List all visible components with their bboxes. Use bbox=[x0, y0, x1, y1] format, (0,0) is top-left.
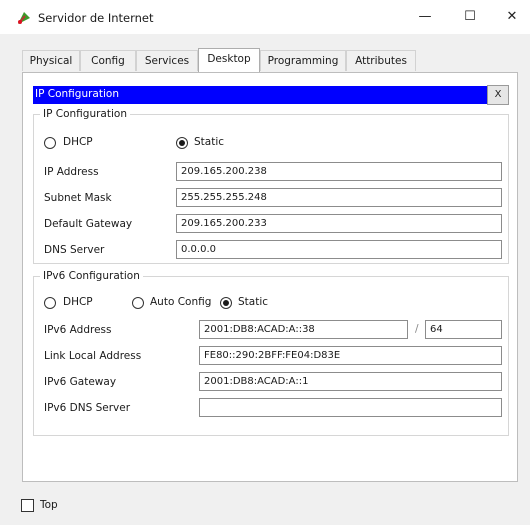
default-gateway-input[interactable] bbox=[176, 214, 502, 233]
ipv6-static-radio[interactable] bbox=[220, 297, 232, 309]
ipv6-group-legend: IPv6 Configuration bbox=[40, 270, 143, 282]
ip-address-label: IP Address bbox=[44, 166, 99, 178]
tab-services[interactable]: Services bbox=[136, 50, 198, 71]
minimize-button[interactable]: — bbox=[410, 6, 440, 28]
ipv6-static-label: Static bbox=[238, 296, 269, 308]
ipv6-dns-server-label: IPv6 DNS Server bbox=[44, 402, 131, 414]
subnet-mask-input[interactable] bbox=[176, 188, 502, 207]
ipv4-config-group: IP Configuration DHCP Static IP Address … bbox=[33, 108, 509, 264]
prefix-separator: / bbox=[415, 323, 419, 335]
tab-desktop[interactable]: Desktop bbox=[198, 48, 260, 72]
window-title: Servidor de Internet bbox=[38, 11, 154, 25]
ipv6-auto-config-label: Auto Config bbox=[150, 296, 212, 308]
ipv4-dhcp-label: DHCP bbox=[63, 136, 93, 148]
link-local-address-input[interactable] bbox=[199, 346, 502, 365]
ipv6-dhcp-label: DHCP bbox=[63, 296, 93, 308]
desktop-panel: IP Configuration X IP Configuration DHCP… bbox=[22, 72, 518, 482]
top-checkbox-label: Top bbox=[40, 499, 58, 511]
tab-config[interactable]: Config bbox=[80, 50, 136, 71]
ip-address-input[interactable] bbox=[176, 162, 502, 181]
ipv6-address-input[interactable] bbox=[199, 320, 408, 339]
dns-server-label: DNS Server bbox=[44, 244, 105, 256]
tab-physical[interactable]: Physical bbox=[22, 50, 80, 71]
ipv6-prefix-input[interactable] bbox=[425, 320, 502, 339]
link-local-address-label: Link Local Address bbox=[44, 350, 142, 362]
ip-configuration-titlebar: IP Configuration X bbox=[33, 85, 509, 105]
ipv6-dns-server-input[interactable] bbox=[199, 398, 502, 417]
ipv4-dhcp-radio[interactable] bbox=[44, 137, 56, 149]
ipv6-gateway-input[interactable] bbox=[199, 372, 502, 391]
top-checkbox[interactable] bbox=[21, 499, 34, 512]
ipv4-group-legend: IP Configuration bbox=[40, 108, 130, 120]
ipv4-static-label: Static bbox=[194, 136, 225, 148]
tab-attributes[interactable]: Attributes bbox=[346, 50, 416, 71]
default-gateway-label: Default Gateway bbox=[44, 218, 133, 230]
window-client-area: Physical Config Services Desktop Program… bbox=[0, 34, 530, 525]
ipv6-dhcp-radio[interactable] bbox=[44, 297, 56, 309]
ipv6-gateway-label: IPv6 Gateway bbox=[44, 376, 117, 388]
ipv6-address-label: IPv6 Address bbox=[44, 324, 112, 336]
ipv6-auto-config-radio[interactable] bbox=[132, 297, 144, 309]
subnet-mask-label: Subnet Mask bbox=[44, 192, 112, 204]
ipv6-config-group: IPv6 Configuration DHCP Auto Config Stat… bbox=[33, 270, 509, 436]
dns-server-input[interactable] bbox=[176, 240, 502, 259]
ip-configuration-close-button[interactable]: X bbox=[487, 85, 509, 105]
router-leaf-icon bbox=[18, 12, 30, 24]
close-button[interactable]: ✕ bbox=[497, 6, 527, 28]
ipv4-static-radio[interactable] bbox=[176, 137, 188, 149]
ip-configuration-title: IP Configuration bbox=[35, 88, 119, 100]
title-bar: Servidor de Internet — ☐ ✕ bbox=[0, 0, 530, 34]
tab-programming[interactable]: Programming bbox=[260, 50, 346, 71]
maximize-button[interactable]: ☐ bbox=[455, 6, 485, 28]
